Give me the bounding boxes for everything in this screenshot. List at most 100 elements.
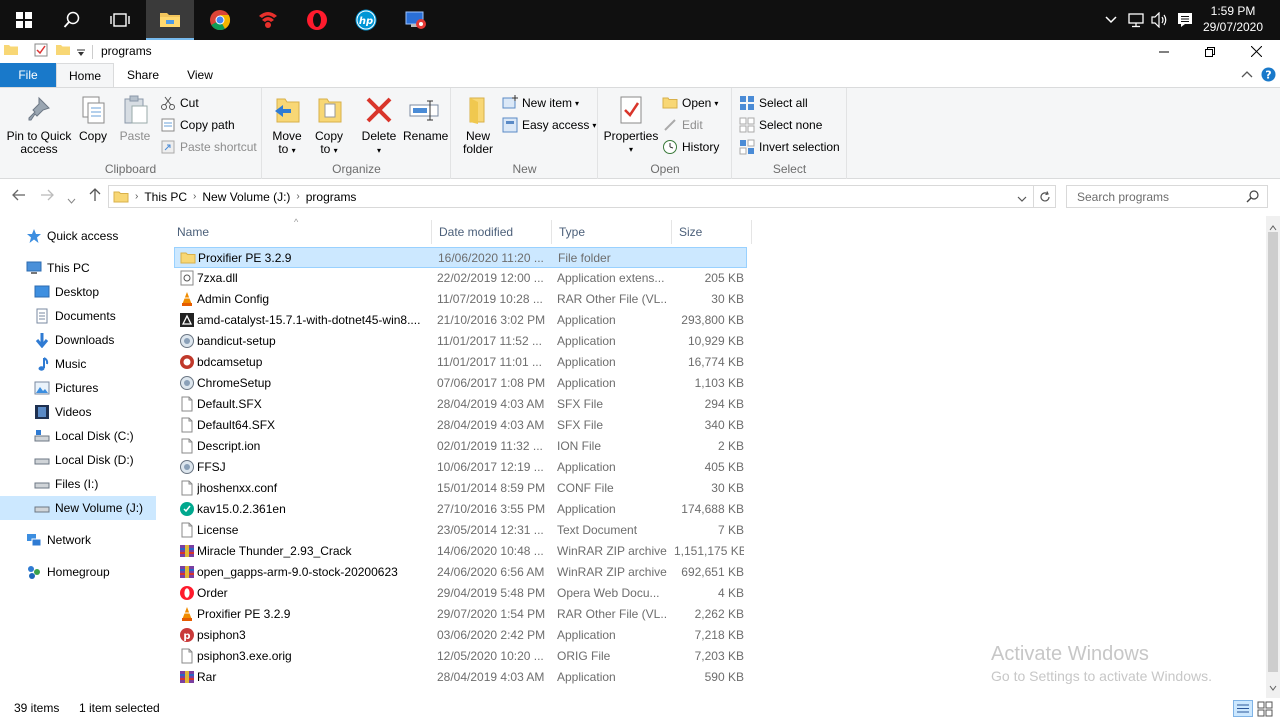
file-row[interactable]: Admin Config 11/07/2019 10:28 ... RAR Othe… bbox=[174, 289, 747, 310]
file-row[interactable]: 7zxa.dll 22/02/2019 12:00 ... Application … bbox=[174, 268, 747, 289]
vertical-scrollbar[interactable] bbox=[1266, 216, 1280, 698]
file-row[interactable]: open_gapps-arm-9.0-stock-20200623 24/06/2… bbox=[174, 562, 747, 583]
restore-button[interactable] bbox=[1187, 40, 1233, 63]
rename-button[interactable]: Rename bbox=[403, 94, 448, 143]
nav-music[interactable]: Music bbox=[0, 352, 156, 376]
breadcrumb-separator-icon[interactable]: › bbox=[296, 191, 299, 202]
window-title-bar[interactable]: programs bbox=[0, 40, 1280, 63]
nav-homegroup[interactable]: Homegroup bbox=[0, 560, 156, 584]
nav-desktop[interactable]: Desktop bbox=[0, 280, 156, 304]
nav-new-volume-j[interactable]: New Volume (J:) bbox=[0, 496, 156, 520]
nav-local-disk-d[interactable]: Local Disk (D:) bbox=[0, 448, 156, 472]
file-row[interactable]: Proxifier PE 3.2.9 16/06/2020 11:20 ... Fi… bbox=[174, 247, 747, 268]
move-to-button[interactable]: Move to ▾ bbox=[269, 94, 305, 157]
start-button[interactable] bbox=[0, 0, 48, 40]
file-row[interactable]: Proxifier PE 3.2.9 29/07/2020 1:54 PM RAR … bbox=[174, 604, 747, 625]
tray-notifications[interactable] bbox=[1172, 0, 1198, 40]
pin-to-quick-access-button[interactable]: Pin to Quick access bbox=[4, 94, 74, 156]
large-icons-view-button[interactable] bbox=[1257, 701, 1273, 720]
tab-view[interactable]: View bbox=[172, 63, 228, 87]
help-button[interactable]: ? bbox=[1261, 67, 1276, 85]
tray-network[interactable] bbox=[1124, 0, 1148, 40]
file-row[interactable]: Miracle Thunder_2.93_Crack 14/06/2020 10:… bbox=[174, 541, 747, 562]
paste-button[interactable]: Paste bbox=[117, 94, 153, 143]
column-header-type[interactable]: Type bbox=[552, 220, 672, 244]
tab-home[interactable]: Home bbox=[56, 63, 114, 87]
column-header-size[interactable]: Size bbox=[672, 220, 752, 244]
file-row[interactable]: jhoshenxx.conf 15/01/2014 8:59 PM CONF Fil… bbox=[174, 478, 747, 499]
invert-selection-button[interactable]: Invert selection bbox=[739, 137, 840, 157]
task-view-button[interactable] bbox=[96, 0, 144, 40]
new-folder-button[interactable]: New folder bbox=[458, 94, 498, 156]
file-row[interactable]: Descript.ion 02/01/2019 11:32 ... ION File… bbox=[174, 436, 747, 457]
file-row[interactable]: bandicut-setup 11/01/2017 11:52 ... Applic… bbox=[174, 331, 747, 352]
select-all-button[interactable]: Select all bbox=[739, 93, 808, 113]
column-header-name[interactable]: Name ^ bbox=[170, 217, 432, 244]
breadcrumb-separator-icon[interactable]: › bbox=[135, 191, 138, 202]
breadcrumb-new-volume[interactable]: New Volume (J:) bbox=[202, 190, 290, 204]
file-row[interactable]: Order 29/04/2019 5:48 PM Opera Web Docu...… bbox=[174, 583, 747, 604]
file-row[interactable]: Default.SFX 28/04/2019 4:03 AM SFX File 294… bbox=[174, 394, 747, 415]
nav-downloads[interactable]: Downloads bbox=[0, 328, 156, 352]
file-row[interactable]: psiphon3.exe.orig 12/05/2020 10:20 ... ORI… bbox=[174, 646, 747, 667]
taskbar-network-tool[interactable] bbox=[391, 0, 439, 40]
breadcrumb-this-pc[interactable]: This PC bbox=[144, 190, 187, 204]
file-row[interactable]: amd-catalyst-15.7.1-with-dotnet45-win8..… bbox=[174, 310, 747, 331]
file-row[interactable]: Rar 28/04/2019 4:03 AM Application 590 KB bbox=[174, 667, 747, 688]
breadcrumb-separator-icon[interactable]: › bbox=[193, 191, 196, 202]
search-input[interactable] bbox=[1075, 188, 1245, 205]
address-history-dropdown[interactable] bbox=[1017, 192, 1027, 206]
search-button[interactable] bbox=[48, 0, 96, 40]
taskbar-file-explorer[interactable] bbox=[146, 0, 194, 40]
file-row[interactable]: p psiphon3 03/06/2020 2:42 PM Application 7,… bbox=[174, 625, 747, 646]
easy-access-button[interactable]: Easy access ▾ bbox=[502, 115, 596, 135]
taskbar-garena[interactable] bbox=[244, 0, 292, 40]
back-button[interactable] bbox=[12, 188, 26, 205]
taskbar-chrome[interactable] bbox=[196, 0, 244, 40]
nav-videos[interactable]: Videos bbox=[0, 400, 156, 424]
recent-locations-button[interactable] bbox=[67, 191, 76, 207]
paste-shortcut-button[interactable]: Paste shortcut bbox=[160, 137, 257, 157]
nav-this-pc[interactable]: This PC bbox=[0, 256, 156, 280]
file-row[interactable]: License 23/05/2014 12:31 ... Text Document… bbox=[174, 520, 747, 541]
scroll-down-icon[interactable] bbox=[1269, 680, 1277, 694]
copy-path-button[interactable]: Copy path bbox=[160, 115, 235, 135]
edit-button[interactable]: Edit bbox=[662, 115, 703, 135]
file-row[interactable]: bdcamsetup 11/01/2017 11:01 ... Applicatio… bbox=[174, 352, 747, 373]
close-button[interactable] bbox=[1233, 40, 1279, 63]
copy-to-button[interactable]: Copy to ▾ bbox=[311, 94, 347, 157]
minimize-ribbon-button[interactable] bbox=[1241, 68, 1253, 82]
address-bar[interactable]: › This PC › New Volume (J:) › programs bbox=[108, 185, 1034, 208]
details-view-button[interactable] bbox=[1233, 700, 1253, 717]
select-none-button[interactable]: Select none bbox=[739, 115, 822, 135]
refresh-button[interactable] bbox=[1034, 185, 1056, 208]
tab-share[interactable]: Share bbox=[114, 63, 172, 87]
search-box[interactable] bbox=[1066, 185, 1268, 208]
history-button[interactable]: History bbox=[662, 137, 719, 157]
taskbar-opera[interactable] bbox=[293, 0, 341, 40]
copy-button[interactable]: Copy bbox=[76, 94, 110, 143]
scrollbar-thumb[interactable] bbox=[1268, 232, 1278, 672]
file-row[interactable]: ChromeSetup 07/06/2017 1:08 PM Application… bbox=[174, 373, 747, 394]
nav-documents[interactable]: Documents bbox=[0, 304, 156, 328]
tab-file[interactable]: File bbox=[0, 63, 56, 87]
tray-volume[interactable] bbox=[1148, 0, 1172, 40]
nav-network[interactable]: Network bbox=[0, 528, 156, 552]
new-item-button[interactable]: New item ▾ bbox=[502, 93, 579, 113]
up-button[interactable] bbox=[88, 188, 102, 205]
nav-files-i[interactable]: Files (I:) bbox=[0, 472, 156, 496]
properties-quick-icon[interactable] bbox=[34, 43, 48, 60]
nav-quick-access[interactable]: Quick access bbox=[0, 224, 156, 248]
taskbar-clock[interactable]: 1:59 PM 29/07/2020 bbox=[1198, 3, 1268, 35]
taskbar-hp[interactable]: hp bbox=[342, 0, 390, 40]
minimize-button[interactable] bbox=[1141, 40, 1187, 63]
nav-pictures[interactable]: Pictures bbox=[0, 376, 156, 400]
open-button[interactable]: Open ▾ bbox=[662, 93, 718, 113]
nav-local-disk-c[interactable]: Local Disk (C:) bbox=[0, 424, 156, 448]
file-row[interactable]: Default64.SFX 28/04/2019 4:03 AM SFX File 3… bbox=[174, 415, 747, 436]
cut-button[interactable]: Cut bbox=[160, 93, 199, 113]
new-folder-quick-icon[interactable] bbox=[56, 43, 70, 60]
properties-button[interactable]: Properties ▾ bbox=[603, 94, 659, 156]
customize-quick-access-icon[interactable] bbox=[76, 46, 86, 60]
column-header-date[interactable]: Date modified bbox=[432, 220, 552, 244]
